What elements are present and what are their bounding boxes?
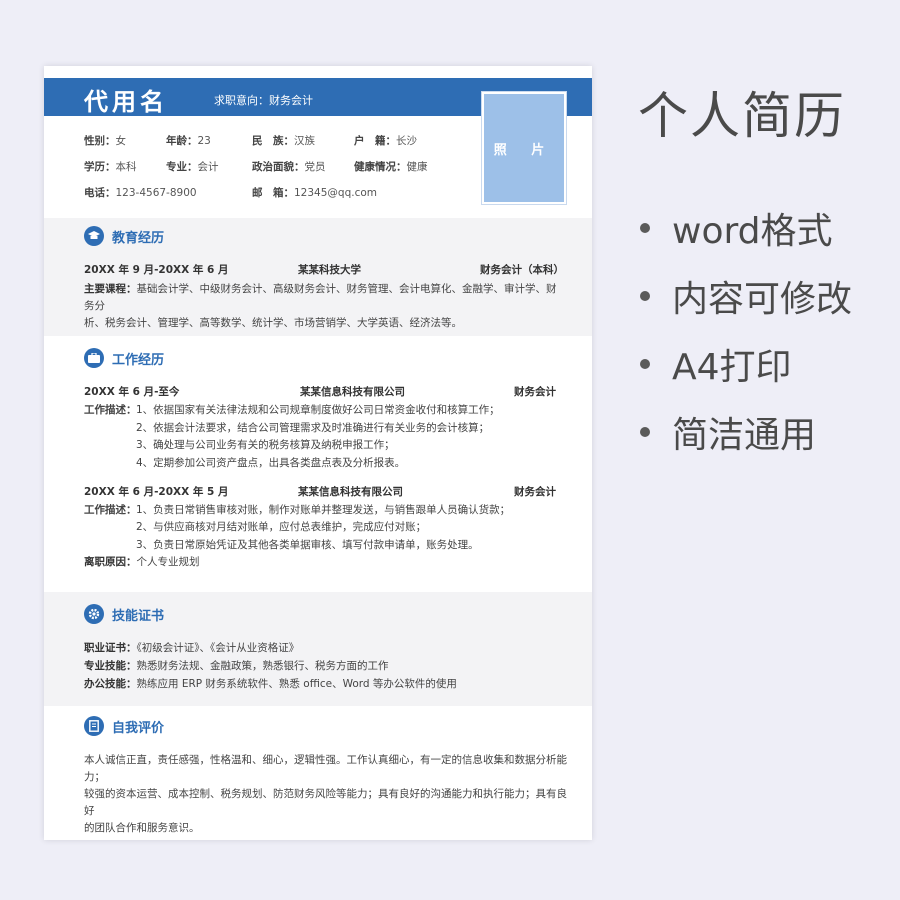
- candidate-name: 代用名: [84, 88, 168, 116]
- info-hukou: 户 籍：长沙: [354, 135, 417, 147]
- job1-role: 财务会计: [514, 386, 556, 398]
- info-age: 年龄：23: [166, 135, 211, 147]
- photo-label: 照 片: [493, 142, 555, 158]
- job-intent: 求职意向：财务会计: [214, 94, 313, 107]
- skill-cert: 职业证书：《初级会计证》、《会计从业资格证》: [84, 642, 300, 654]
- work-title: 工作经历: [84, 348, 164, 368]
- info-ethnicity: 民 族：汉族: [252, 135, 315, 147]
- photo-placeholder: 照 片: [481, 91, 567, 205]
- gear-icon: [84, 604, 104, 624]
- self-title: 自我评价: [84, 716, 164, 736]
- job2-role: 财务会计: [514, 486, 556, 498]
- job1-item: 1、依据国家有关法律法规和公司规章制度做好公司日常资金收付和核算工作；: [136, 404, 500, 416]
- info-major: 专业：会计: [166, 161, 219, 173]
- job2-leave: 离职原因：个人专业规划: [84, 556, 200, 568]
- bullet-dot-icon: [640, 223, 650, 233]
- education-section: 教育经历 20XX 年 9 月-20XX 年 6 月 某某科技大学 财务会计（本…: [44, 218, 592, 336]
- info-gender: 性别：女: [84, 135, 126, 147]
- skills-section: 技能证书 职业证书：《初级会计证》、《会计从业资格证》 专业技能：熟悉财务法规、…: [44, 592, 592, 706]
- skill-office: 办公技能：熟练应用 ERP 财务系统软件、熟悉 office、Word 等办公软…: [84, 678, 457, 690]
- info-phone: 电话：123-4567-8900: [84, 187, 197, 199]
- skills-title: 技能证书: [84, 604, 164, 624]
- bullet-dot-icon: [640, 359, 650, 369]
- education-degree: 财务会计（本科）: [480, 264, 564, 276]
- graduation-cap-icon: [84, 226, 104, 246]
- job1-desc-key: 工作描述：: [84, 404, 137, 416]
- promo-title: 个人简历: [638, 87, 846, 145]
- job1-item: 2、依据会计法要求，结合公司管理需求及时准确进行有关业务的会计核算；: [136, 422, 490, 434]
- self-section: 自我评价 本人诚信正直，责任感强，性格温和、细心，逻辑性强。工作认真细心，有一定…: [44, 706, 592, 840]
- promo-bullet: 内容可修改: [640, 270, 852, 322]
- self-evaluation-text: 本人诚信正直，责任感强，性格温和、细心，逻辑性强。工作认真细心，有一定的信息收集…: [84, 754, 567, 834]
- job2-item: 2、与供应商核对月结对账单，应付总表维护，完成应付对账；: [136, 521, 427, 533]
- briefcase-icon: [84, 348, 104, 368]
- job1-item: 3、确处理与公司业务有关的税务核算及纳税申报工作；: [136, 439, 395, 451]
- job1-company: 某某信息科技有限公司: [300, 386, 405, 398]
- job2-item: 1、负责日常销售审核对账，制作对账单并整理发送，与销售跟单人员确认货款；: [136, 504, 511, 516]
- promo-bullet: A4打印: [640, 338, 792, 390]
- promo-bullet: word格式: [640, 202, 833, 254]
- bullet-dot-icon: [640, 291, 650, 301]
- job2-desc-key: 工作描述：: [84, 504, 137, 516]
- promo-bullet: 简洁通用: [640, 406, 816, 458]
- work-section: 工作经历 20XX 年 6 月-至今 某某信息科技有限公司 财务会计 工作描述：…: [44, 336, 592, 592]
- education-courses: 主要课程：基础会计学、中级财务会计、高级财务会计、财务管理、会计电算化、金融学、…: [84, 283, 557, 329]
- info-education: 学历：本科: [84, 161, 137, 173]
- resume-page: 代用名 求职意向：财务会计 照 片 性别：女 年龄：23 民 族：汉族 户 籍：…: [44, 66, 592, 840]
- job2-item: 3、负责日常原始凭证及其他各类单据审核、填写付款申请单，账务处理。: [136, 539, 479, 551]
- education-title: 教育经历: [84, 226, 164, 246]
- job1-item: 4、定期参加公司资产盘点，出具各类盘点表及分析报表。: [136, 457, 406, 469]
- education-period: 20XX 年 9 月-20XX 年 6 月: [84, 264, 229, 276]
- info-health: 健康情况：健康: [354, 161, 428, 173]
- bullet-dot-icon: [640, 427, 650, 437]
- job2-company: 某某信息科技有限公司: [298, 486, 403, 498]
- education-school: 某某科技大学: [298, 264, 361, 276]
- info-politics: 政治面貌：党员: [252, 161, 326, 173]
- info-email: 邮 箱：12345@qq.com: [252, 187, 377, 199]
- document-icon: [84, 716, 104, 736]
- job2-period: 20XX 年 6 月-20XX 年 5 月: [84, 486, 229, 498]
- skill-pro: 专业技能：熟悉财务法规、金融政策，熟悉银行、税务方面的工作: [84, 660, 389, 672]
- job1-period: 20XX 年 6 月-至今: [84, 386, 180, 398]
